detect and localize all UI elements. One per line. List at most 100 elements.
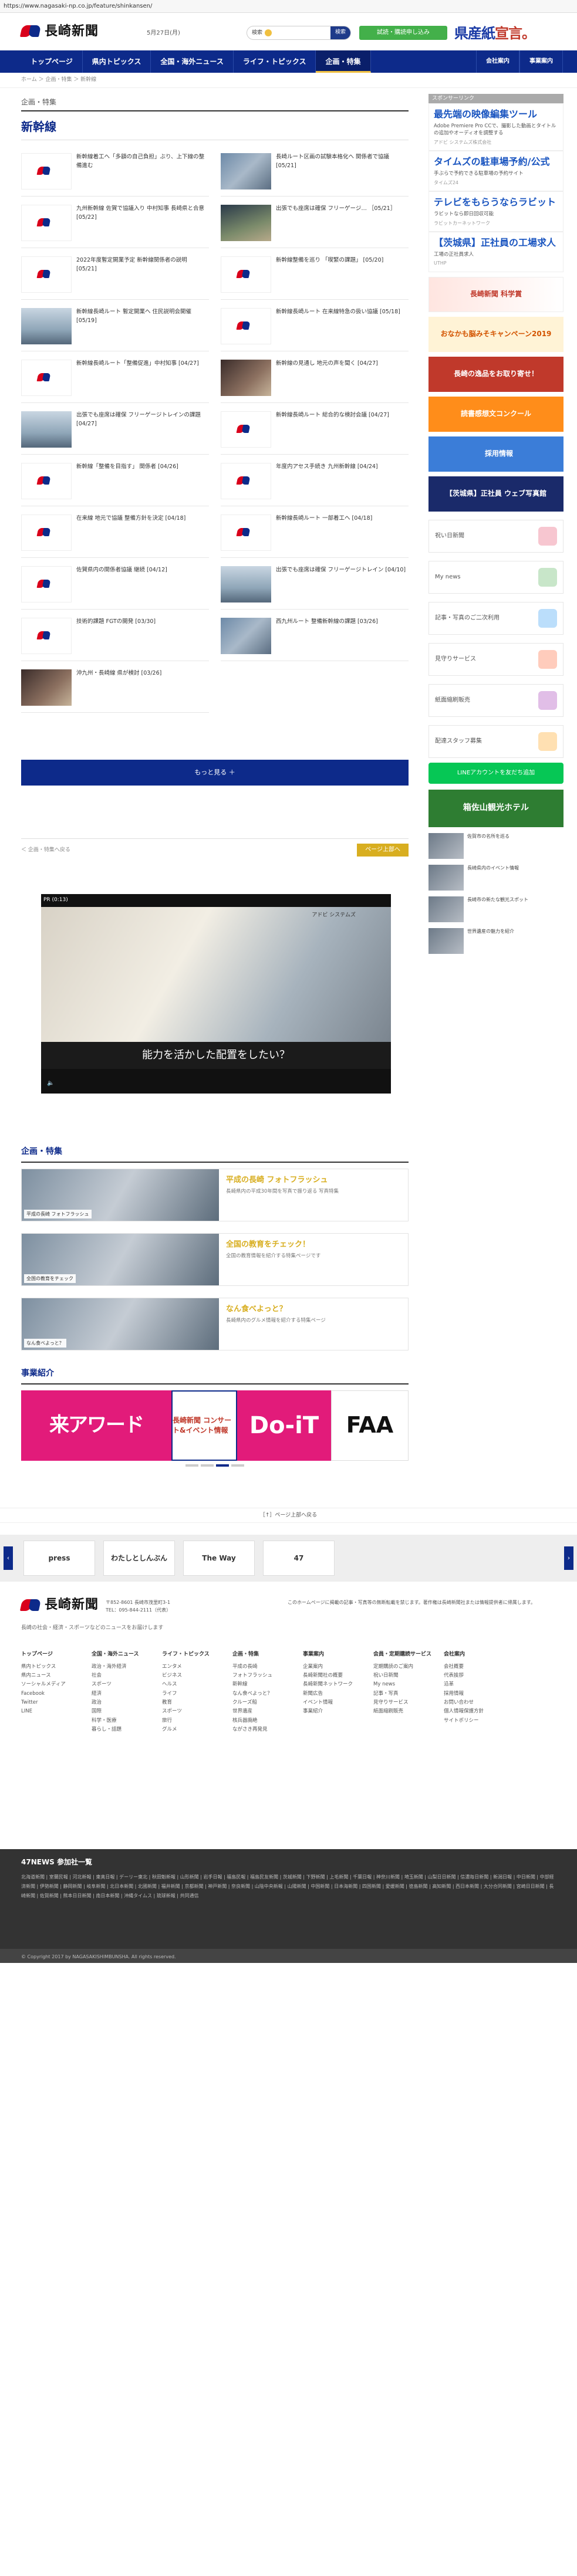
sitemap-link[interactable]: 世界遺産 bbox=[232, 1707, 293, 1716]
article-card[interactable]: 新幹線長崎ルート 総合的な検討会議 [04/27] bbox=[221, 407, 409, 455]
sitemap-link[interactable]: フォトフラッシュ bbox=[232, 1671, 293, 1680]
sitemap-link[interactable]: エンタメ bbox=[162, 1663, 223, 1671]
service-celebration[interactable]: 祝い日新聞 bbox=[428, 519, 563, 553]
sitemap-link[interactable]: 暮らし・話題 bbox=[92, 1725, 153, 1734]
promo-banner[interactable]: 県産紙宣言。 bbox=[454, 23, 536, 43]
nav-national-news[interactable]: 全国・海外ニュース bbox=[151, 50, 234, 73]
sitemap-link[interactable]: 新幹線 bbox=[232, 1680, 293, 1689]
side-banner-shop[interactable]: 長崎の逸品をお取り寄せ！ bbox=[428, 356, 563, 392]
article-card[interactable]: 新幹線着工へ「多額の自己負担」ぶり、上下線の整備進む bbox=[21, 148, 209, 197]
sitemap-link[interactable]: お問い合わせ bbox=[444, 1698, 505, 1707]
sitemap-heading[interactable]: 会社案内 bbox=[444, 1650, 505, 1659]
mini-news[interactable]: 世界遺産の魅力を紹介 bbox=[428, 928, 563, 954]
mini-news[interactable]: 佐賀市の名所を巡る bbox=[428, 832, 563, 859]
partner-theway[interactable]: The Way bbox=[183, 1541, 255, 1576]
sitemap-link[interactable]: 新聞広告 bbox=[303, 1690, 364, 1698]
partner-47[interactable]: 47 bbox=[263, 1541, 335, 1576]
sponsored-item[interactable]: テレビをもらうならラビット ラビットなら即日回収可能 ラビットカーネットワーク bbox=[428, 191, 563, 232]
sponsored-item[interactable]: 【茨城県】正社員の工場求人 工場の正社員求人 UTHP bbox=[428, 231, 563, 272]
line-add-button[interactable]: LINEアカウントを友だち追加 bbox=[428, 762, 563, 784]
article-card[interactable]: 出張でも座席は確保 フリーゲージトレインの課題 [04/27] bbox=[21, 407, 209, 455]
service-mynews[interactable]: My news bbox=[428, 560, 563, 594]
search-box[interactable]: 検索 検索 bbox=[247, 26, 351, 40]
article-card[interactable]: 新幹線「整備を目指す」 関係者 [04/26] bbox=[21, 458, 209, 507]
sitemap-link[interactable]: 採用情報 bbox=[444, 1690, 505, 1698]
carousel-dots[interactable] bbox=[21, 1464, 409, 1467]
nav-life-topics[interactable]: ライフ・トピックス bbox=[234, 50, 316, 73]
sitemap-link[interactable]: グルメ bbox=[162, 1725, 223, 1734]
sitemap-link[interactable]: ビジネス bbox=[162, 1671, 223, 1680]
sitemap-link[interactable]: 旅行 bbox=[162, 1717, 223, 1725]
side-banner-photo[interactable]: 【茨城県】正社員 ウェブ写真館 bbox=[428, 476, 563, 512]
banner-doit[interactable]: Do-iT bbox=[237, 1390, 331, 1461]
sitemap-link[interactable]: 政治 bbox=[92, 1698, 153, 1707]
article-card[interactable]: 西九州ルート 整備新幹線の課題 [03/26] bbox=[221, 613, 409, 662]
banner-award[interactable]: 来アワード bbox=[21, 1390, 171, 1461]
sitemap-link[interactable]: ソーシャルメディア bbox=[21, 1680, 82, 1689]
sitemap-link[interactable]: サイトポリシー bbox=[444, 1717, 505, 1725]
article-card[interactable]: 在来線 地元で協議 整備方針を決定 [04/18] bbox=[21, 510, 209, 558]
sitemap-link[interactable]: ライフ bbox=[162, 1690, 223, 1698]
sitemap-link[interactable]: 県内ニュース bbox=[21, 1671, 82, 1680]
mute-icon[interactable]: 🔈 bbox=[47, 1079, 54, 1088]
nav-local-topics[interactable]: 県内トピックス bbox=[83, 50, 151, 73]
sitemap-link[interactable]: 長崎新聞ネットワーク bbox=[303, 1680, 364, 1689]
nav-features[interactable]: 企画・特集 bbox=[316, 50, 371, 73]
article-card[interactable]: 新幹線長崎ルート「整備促進」中村知事 [04/27] bbox=[21, 355, 209, 404]
mini-news[interactable]: 長崎県内のイベント情報 bbox=[428, 864, 563, 891]
sitemap-link[interactable]: 見守りサービス bbox=[373, 1698, 434, 1707]
sitemap-link[interactable]: 企業案内 bbox=[303, 1663, 364, 1671]
more-button[interactable]: もっと見る ＋ bbox=[21, 760, 409, 786]
sitemap-link[interactable]: ヘルス bbox=[162, 1680, 223, 1689]
feature-card[interactable]: 全国の教育をチェック 全国の教育をチェック！ 全国の教育情報を紹介する特集ページで… bbox=[21, 1233, 409, 1286]
breadcrumb[interactable]: ホーム ＞ 企画・特集 ＞ 新幹線 bbox=[0, 73, 577, 88]
search-button[interactable]: 検索 bbox=[330, 26, 350, 39]
search-input[interactable]: 検索 bbox=[252, 29, 262, 37]
side-banner-campaign[interactable]: おなかも脳みそキャンペーン2019 bbox=[428, 316, 563, 352]
article-card[interactable]: 佐賀県内の関係者協議 継続 [04/12] bbox=[21, 561, 209, 610]
sitemap-link[interactable]: 定期購読のご案内 bbox=[373, 1663, 434, 1671]
banner-faa[interactable]: FAA bbox=[331, 1390, 409, 1461]
feature-card[interactable]: なん食べよっと？ なん食べよっと？ 長崎県内のグルメ情報を紹介する特集ページ bbox=[21, 1297, 409, 1350]
back-link[interactable]: ＜ 企画・特集へ戻る bbox=[21, 847, 70, 854]
article-card[interactable]: 沖九州・長崎線 県が検討 [03/26] bbox=[21, 665, 209, 713]
banner-concert[interactable]: 長崎新聞 コンサート&イベント情報 bbox=[171, 1390, 237, 1461]
sitemap-link[interactable]: 社会 bbox=[92, 1671, 153, 1680]
sitemap-link[interactable]: Facebook bbox=[21, 1690, 82, 1698]
site-logo[interactable]: 長崎新聞 bbox=[19, 22, 99, 40]
sponsored-item[interactable]: タイムズの駐車場予約/公式 手ぶらで予約できる駐車場の予約サイト タイムズ24 bbox=[428, 150, 563, 191]
side-banner-essay[interactable]: 読書感想文コンクール bbox=[428, 396, 563, 432]
article-card[interactable]: 出張でも座席は確保 フリーゲージ… ［05/21］ bbox=[221, 200, 409, 249]
article-card[interactable]: 2022年度暫定開業予定 新幹線関係者の説明 [05/21] bbox=[21, 252, 209, 300]
article-card[interactable]: 年度内アセス手続き 九州新幹線 [04/24] bbox=[221, 458, 409, 507]
sitemap-heading[interactable]: 全国・海外ニュース bbox=[92, 1650, 153, 1659]
sitemap-link[interactable]: 平成の長崎 bbox=[232, 1663, 293, 1671]
nav-company[interactable]: 会社案内 bbox=[476, 50, 519, 73]
back-to-top[interactable]: ［↑］ページ上部へ戻る bbox=[0, 1507, 577, 1524]
network-links[interactable]: 北海道新聞 | 室蘭民報 | 河北新報 | 東奥日報 | デーリー東北 | 秋田… bbox=[21, 1873, 556, 1901]
sitemap-link[interactable]: クルーズ船 bbox=[232, 1698, 293, 1707]
article-card[interactable]: 新幹線長崎ルート 暫定開業へ 住民説明会開催 [05/19] bbox=[21, 303, 209, 352]
service-archive[interactable]: 紙面縮刷販売 bbox=[428, 683, 563, 717]
sitemap-heading[interactable]: 会員・定期購読サービス bbox=[373, 1650, 434, 1659]
sitemap-link[interactable]: 沿革 bbox=[444, 1680, 505, 1689]
sitemap-link[interactable]: 長崎新聞社の概要 bbox=[303, 1671, 364, 1680]
article-card[interactable]: 長崎ルート区画の試験本格化へ 関係者で協議 [05/21] bbox=[221, 148, 409, 197]
sitemap-heading[interactable]: 企画・特集 bbox=[232, 1650, 293, 1659]
article-card[interactable]: 技術的課題 FGTの開発 [03/30] bbox=[21, 613, 209, 662]
sitemap-link[interactable]: 科学・医療 bbox=[92, 1717, 153, 1725]
article-card[interactable]: 新幹線長崎ルート 在来線特急の扱い協議 [05/18] bbox=[221, 303, 409, 352]
sitemap-link[interactable]: 事業紹介 bbox=[303, 1707, 364, 1716]
sitemap-link[interactable]: 県内トピックス bbox=[21, 1663, 82, 1671]
sitemap-link[interactable]: 経済 bbox=[92, 1690, 153, 1698]
carousel-next-icon[interactable]: › bbox=[564, 1546, 573, 1570]
sitemap-link[interactable]: 教育 bbox=[162, 1698, 223, 1707]
article-card[interactable]: 新幹線の見通し 地元の声を聞く [04/27] bbox=[221, 355, 409, 404]
partner-watashi[interactable]: わたしとしんぶん bbox=[103, 1541, 175, 1576]
trial-subscribe-button[interactable]: 試読・購読申し込み bbox=[359, 26, 447, 40]
sitemap-heading[interactable]: ライフ・トピックス bbox=[162, 1650, 223, 1659]
sitemap-link[interactable]: 代表挨拶 bbox=[444, 1671, 505, 1680]
feature-card[interactable]: 平成の長崎 フォトフラッシュ 平成の長崎 フォトフラッシュ 長崎県内の平成30年間… bbox=[21, 1168, 409, 1221]
sitemap-link[interactable]: 核兵器廃絶 bbox=[232, 1717, 293, 1725]
nav-business[interactable]: 事業案内 bbox=[519, 50, 563, 73]
